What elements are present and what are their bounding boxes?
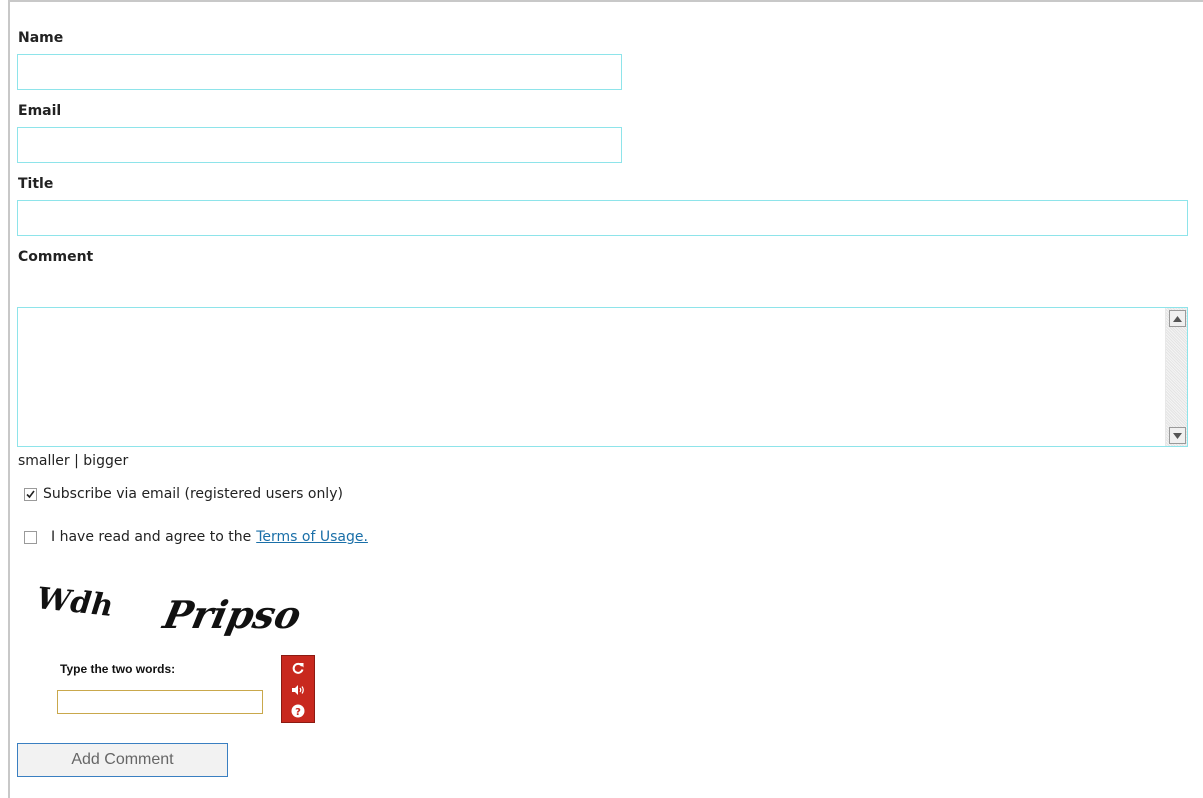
arrow-down-icon <box>1173 432 1182 439</box>
captcha-prompt: Type the two words: <box>60 662 176 676</box>
comment-label: Comment <box>18 249 94 265</box>
scroll-up-button[interactable] <box>1169 310 1186 327</box>
captcha-input[interactable] <box>57 690 263 714</box>
captcha-word-2-text: Pripso <box>158 593 305 638</box>
name-label: Name <box>18 30 64 46</box>
comment-scrollbar[interactable] <box>1165 308 1187 446</box>
subscribe-checkbox[interactable] <box>24 487 37 501</box>
captcha-refresh-button[interactable] <box>290 660 306 676</box>
captcha-word-1-text: Wdh <box>35 581 115 624</box>
checkmark-icon <box>26 490 35 498</box>
captcha-toolbar: ? <box>281 655 315 723</box>
captcha-image: Wdh Pripso <box>35 581 305 638</box>
name-input[interactable] <box>17 54 622 90</box>
smaller-link[interactable]: smaller <box>18 453 70 469</box>
terms-link[interactable]: Terms of Usage. <box>256 529 368 545</box>
subscribe-label: Subscribe via email (registered users on… <box>43 486 343 502</box>
textarea-sizer: smaller | bigger <box>18 453 128 469</box>
email-input[interactable] <box>17 127 622 163</box>
subscribe-row: Subscribe via email (registered users on… <box>24 486 343 502</box>
help-icon: ? <box>291 704 305 718</box>
arrow-up-icon <box>1173 315 1182 322</box>
sizer-separator: | <box>69 453 84 469</box>
captcha-audio-button[interactable] <box>290 682 306 698</box>
refresh-icon <box>292 662 304 674</box>
terms-checkbox[interactable] <box>24 530 37 544</box>
terms-label: I have read and agree to the <box>51 529 252 545</box>
comment-textarea[interactable] <box>17 307 1188 447</box>
email-label: Email <box>18 103 62 119</box>
scroll-down-button[interactable] <box>1169 427 1186 444</box>
bigger-link[interactable]: bigger <box>83 453 128 469</box>
terms-row: I have read and agree to the Terms of Us… <box>24 529 368 545</box>
title-input[interactable] <box>17 200 1188 236</box>
captcha-word-1: Wdh <box>35 581 115 624</box>
audio-icon <box>292 685 304 695</box>
captcha-help-button[interactable]: ? <box>290 703 306 719</box>
captcha-word-2: Pripso <box>158 593 305 638</box>
svg-text:?: ? <box>295 707 301 718</box>
title-label: Title <box>18 176 54 192</box>
add-comment-button[interactable]: Add Comment <box>17 743 228 777</box>
